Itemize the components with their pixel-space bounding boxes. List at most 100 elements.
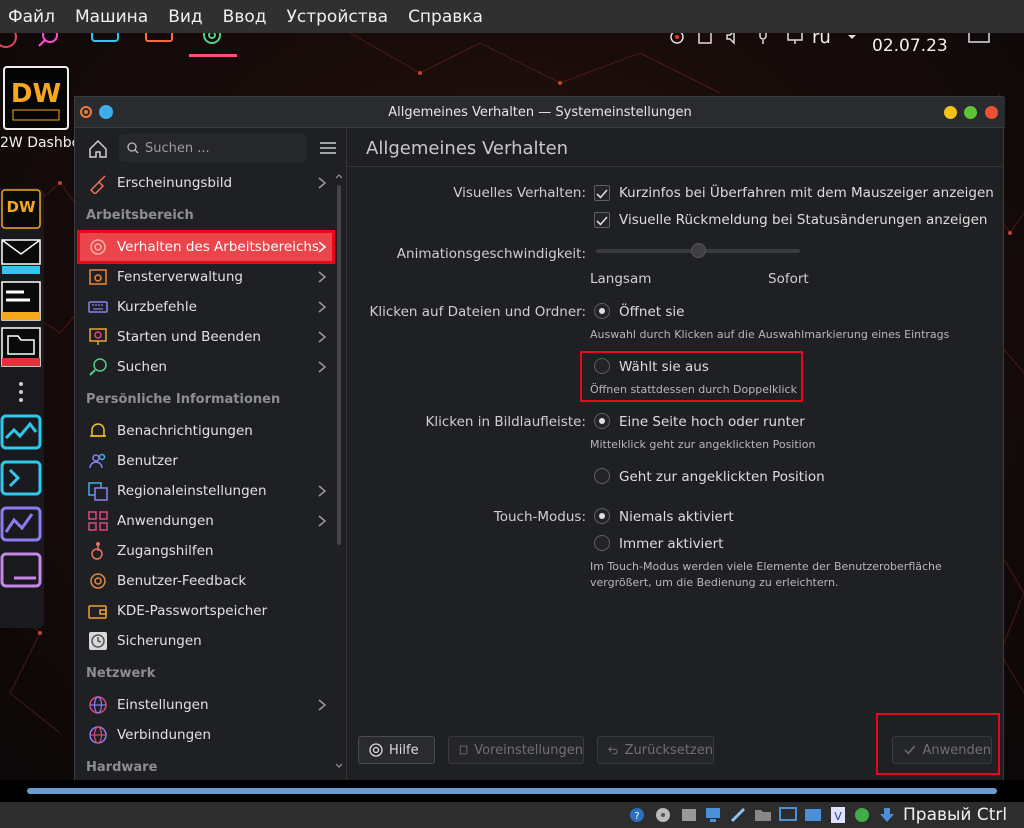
launcher-files-icon[interactable] [144,33,176,53]
tray-clipboard-icon[interactable] [696,33,714,45]
page-scroll-radio[interactable] [594,413,610,429]
select-files-option[interactable]: Wählt sie aus [619,359,709,375]
vbox-scroll-thumb[interactable] [27,788,997,794]
animation-speed-handle[interactable] [691,243,706,258]
status-shared-folder-icon[interactable] [754,806,772,824]
chevron-right-icon [318,485,327,497]
show-desktop-icon[interactable] [968,33,990,47]
vbox-horizontal-scroll[interactable] [0,780,1024,802]
menu-help[interactable]: Справка [408,7,483,27]
sidebar-item-label: Benutzer [117,453,178,469]
menu-view[interactable]: Вид [168,7,202,27]
sidebar-item-benachrichtigungen[interactable]: Benachrichtigungen [79,416,333,446]
document-defaults-icon [459,745,468,755]
launcher-editor-icon[interactable] [90,33,122,53]
dock-terminal-icon[interactable] [0,458,42,500]
status-video-capture-icon[interactable] [804,806,822,824]
maximize-button[interactable] [964,106,977,119]
title-divider [348,166,1003,167]
status-network-icon[interactable] [704,806,722,824]
tooltips-option[interactable]: Kurzinfos bei Überfahren mit dem Mauszei… [619,185,994,201]
close-button[interactable] [985,106,998,119]
wallet-icon [88,605,107,619]
sidebar-item-fensterverwaltung[interactable]: Fensterverwaltung [79,262,333,292]
touch-always-option[interactable]: Immer aktiviert [619,536,723,552]
status-mouse-integration-icon[interactable] [853,806,871,824]
status-vt-icon[interactable]: V [829,806,847,824]
touch-always-radio[interactable] [594,535,610,551]
status-feedback-option[interactable]: Visuelle Rückmeldung bei Statusänderunge… [619,212,987,228]
dock-dashboard-icon[interactable]: DW [0,188,42,230]
sidebar-item-sicherungen[interactable]: Sicherungen [79,626,333,656]
apply-button[interactable]: Anwenden [892,736,992,764]
menu-file[interactable]: Файл [8,7,55,27]
tray-expand-icon[interactable] [846,33,858,47]
status-display-icon[interactable] [779,806,797,824]
keyboard-layout-indicator[interactable]: ru [812,33,831,48]
tray-network-icon[interactable] [786,33,804,45]
sidebar-item-label: Einstellungen [117,697,209,713]
dock-monitor-icon[interactable] [0,412,42,454]
menu-input[interactable]: Ввод [223,7,267,27]
tray-record-icon[interactable] [668,33,686,45]
chevron-right-icon [318,515,327,527]
window-titlebar[interactable]: Allgemeines Verhalten — Systemeinstellun… [75,97,1005,128]
help-button[interactable]: Hilfe [358,736,435,764]
sidebar-scrollbar[interactable] [334,173,344,773]
dashboard-logo[interactable]: DW [3,66,69,130]
hamburger-menu-icon[interactable] [319,140,337,156]
sidebar-item-erscheinungsbild[interactable]: Erscheinungsbild [79,168,333,198]
menu-machine[interactable]: Машина [75,7,148,27]
dock-notes-icon[interactable] [0,280,42,322]
status-feedback-checkbox[interactable] [594,212,610,228]
jump-position-radio[interactable] [594,468,610,484]
jump-position-option[interactable]: Geht zur angeklickten Position [619,469,825,485]
status-usb-plug-icon[interactable] [729,806,747,824]
minimize-button[interactable] [944,106,957,119]
sidebar-item-kurzbefehle[interactable]: Kurzbefehle [79,292,333,322]
reset-button[interactable]: Zurücksetzen [597,736,714,764]
sidebar-item-netz-einstellungen[interactable]: Einstellungen [79,690,333,720]
home-icon[interactable] [87,138,109,160]
dock-more-icon[interactable] [0,378,42,408]
search-field[interactable]: Suchen ... [119,134,307,162]
dock-stats-icon[interactable] [0,504,42,546]
launcher-search-icon[interactable] [36,33,68,53]
users-icon [89,453,106,469]
touch-never-radio[interactable] [594,508,610,524]
sidebar-item-verhalten[interactable]: Verhalten des Arbeitsbereichs [77,230,335,264]
sidebar-item-passwortspeicher[interactable]: KDE-Passwortspeicher [79,596,333,626]
dock-window-icon[interactable] [0,550,42,592]
sidebar-item-zugangshilfen[interactable]: Zugangshilfen [79,536,333,566]
select-files-radio[interactable] [594,358,610,374]
tray-microphone-icon[interactable] [754,33,772,45]
status-usb-icon[interactable]: ? [628,806,646,824]
launcher-settings-icon[interactable] [196,33,228,53]
sidebar-item-suchen[interactable]: Suchen [79,352,333,382]
open-files-radio[interactable] [594,303,610,319]
speed-min-label: Langsam [590,271,652,287]
launcher-app-icon[interactable] [0,33,28,53]
status-audio-icon[interactable] [680,806,698,824]
sidebar-item-regional[interactable]: Regionaleinstellungen [79,476,333,506]
sidebar-item-label: Suchen [117,359,167,375]
touch-never-option[interactable]: Niemals aktiviert [619,509,734,525]
open-files-option[interactable]: Öffnet sie [619,304,684,320]
panel-date[interactable]: 02.07.23 [872,36,948,56]
sidebar-item-verbindungen[interactable]: Verbindungen [79,720,333,750]
sidebar-item-feedback[interactable]: Benutzer-Feedback [79,566,333,596]
tooltips-checkbox[interactable] [594,185,610,201]
dock-folder-icon[interactable] [0,326,42,368]
defaults-button[interactable]: Voreinstellungen [448,736,584,764]
sidebar-item-benutzer[interactable]: Benutzer [79,446,333,476]
sidebar-item-anwendungen[interactable]: Anwendungen [79,506,333,536]
status-optical-icon[interactable] [654,806,672,824]
menu-devices[interactable]: Устройства [287,7,389,27]
tray-volume-icon[interactable] [724,33,742,45]
status-host-key-icon[interactable] [878,806,896,824]
settings-sidebar: Suchen ... Erscheinungsbild Arbeitsberei… [75,128,347,781]
page-scroll-option[interactable]: Eine Seite hoch oder runter [619,414,805,430]
speed-max-label: Sofort [768,271,809,287]
dock-mail-icon[interactable] [0,234,42,276]
sidebar-item-starten[interactable]: Starten und Beenden [79,322,333,352]
